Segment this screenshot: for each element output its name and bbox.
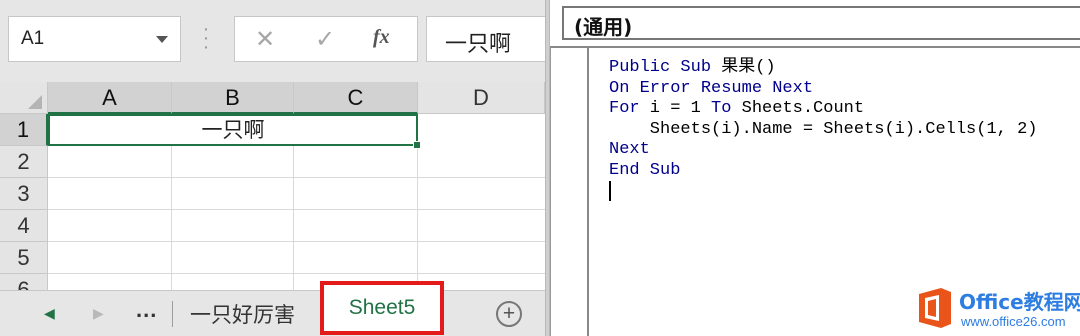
object-dropdown[interactable]: (通用)	[562, 6, 1080, 40]
name-box[interactable]: A1	[8, 16, 181, 62]
code-text-segment: Sheets.Count	[731, 99, 865, 118]
margin-indicator-bar[interactable]	[553, 48, 589, 336]
name-box-value: A1	[21, 28, 45, 49]
code-line-3: For i = 1 To Sheets.Count	[609, 99, 1037, 120]
sheet-tab-bar: ◀ ▶ ... 一只好厉害 Sheet5 +	[0, 281, 545, 336]
row-header-6[interactable]: 6	[0, 274, 48, 290]
keyword: Public Sub	[609, 58, 712, 77]
formula-input-value: 一只啊	[445, 32, 512, 57]
keyword: For	[609, 99, 640, 118]
excel-window: A1 · · · ✕ ✓ fx 一只啊 A B C D 1 2 3 4 5 6 一只…	[0, 0, 545, 336]
text-caret	[609, 181, 611, 201]
worksheet-grid: A B C D 1 2 3 4 5 6 一只啊	[0, 82, 545, 290]
enter-icon[interactable]: ✓	[315, 25, 335, 54]
gridline	[48, 273, 545, 274]
code-line-5: Next	[609, 140, 650, 159]
column-header-a[interactable]: A	[48, 82, 172, 114]
row-header-4[interactable]: 4	[0, 210, 48, 242]
add-sheet-icon[interactable]: +	[496, 301, 522, 327]
column-header-d[interactable]: D	[418, 82, 545, 114]
more-sheets-button[interactable]: ...	[136, 297, 157, 323]
code-line-2: On Error Resume Next	[609, 78, 814, 98]
formula-bar-grip-icon: · · ·	[202, 18, 210, 58]
next-sheet-icon[interactable]: ▶	[93, 305, 104, 322]
code-line-4: Sheets(i).Name = Sheets(i).Cells(1, 2)	[609, 119, 1038, 139]
gridline	[48, 209, 545, 210]
row-header-1[interactable]: 1	[0, 114, 48, 146]
select-all-button[interactable]	[0, 82, 48, 114]
column-header-b[interactable]: B	[172, 82, 294, 114]
office-logo-icon	[919, 288, 951, 328]
watermark-title: Office教程网	[959, 290, 1080, 314]
code-text-segment: i = 1	[639, 99, 712, 118]
row-header-2[interactable]: 2	[0, 146, 48, 178]
gridline	[48, 241, 545, 242]
gridline	[48, 177, 545, 178]
row-header-5[interactable]: 5	[0, 242, 48, 274]
tab-separator	[172, 301, 173, 327]
insert-function-icon[interactable]: fx	[373, 26, 390, 49]
object-dropdown-value: (通用)	[574, 15, 633, 39]
prev-sheet-icon[interactable]: ◀	[44, 305, 55, 322]
code-text[interactable]: Public Sub 果果() On Error Resume Next For i…	[609, 58, 1037, 201]
keyword: To	[711, 99, 732, 118]
watermark: Office教程网 www.office26.com	[913, 284, 1080, 336]
select-all-triangle-icon	[28, 95, 42, 109]
code-line-1: Public Sub 果果()	[609, 58, 1037, 79]
merged-cell-a1-c1[interactable]: 一只啊	[48, 114, 418, 146]
row-header-3[interactable]: 3	[0, 178, 48, 210]
watermark-url: www.office26.com	[961, 314, 1066, 329]
fill-handle[interactable]	[413, 141, 421, 149]
cancel-icon[interactable]: ✕	[255, 25, 275, 54]
column-header-c[interactable]: C	[294, 82, 418, 114]
formula-buttons: ✕ ✓ fx	[234, 16, 418, 62]
sheet-tab-active[interactable]: Sheet5	[320, 281, 444, 335]
sheet-tab[interactable]: 一只好厉害	[190, 299, 295, 329]
sub-name: 果果()	[711, 58, 776, 77]
chevron-down-icon[interactable]	[156, 36, 168, 43]
code-line-6: End Sub	[609, 160, 681, 180]
formula-input[interactable]: 一只啊	[426, 16, 545, 62]
